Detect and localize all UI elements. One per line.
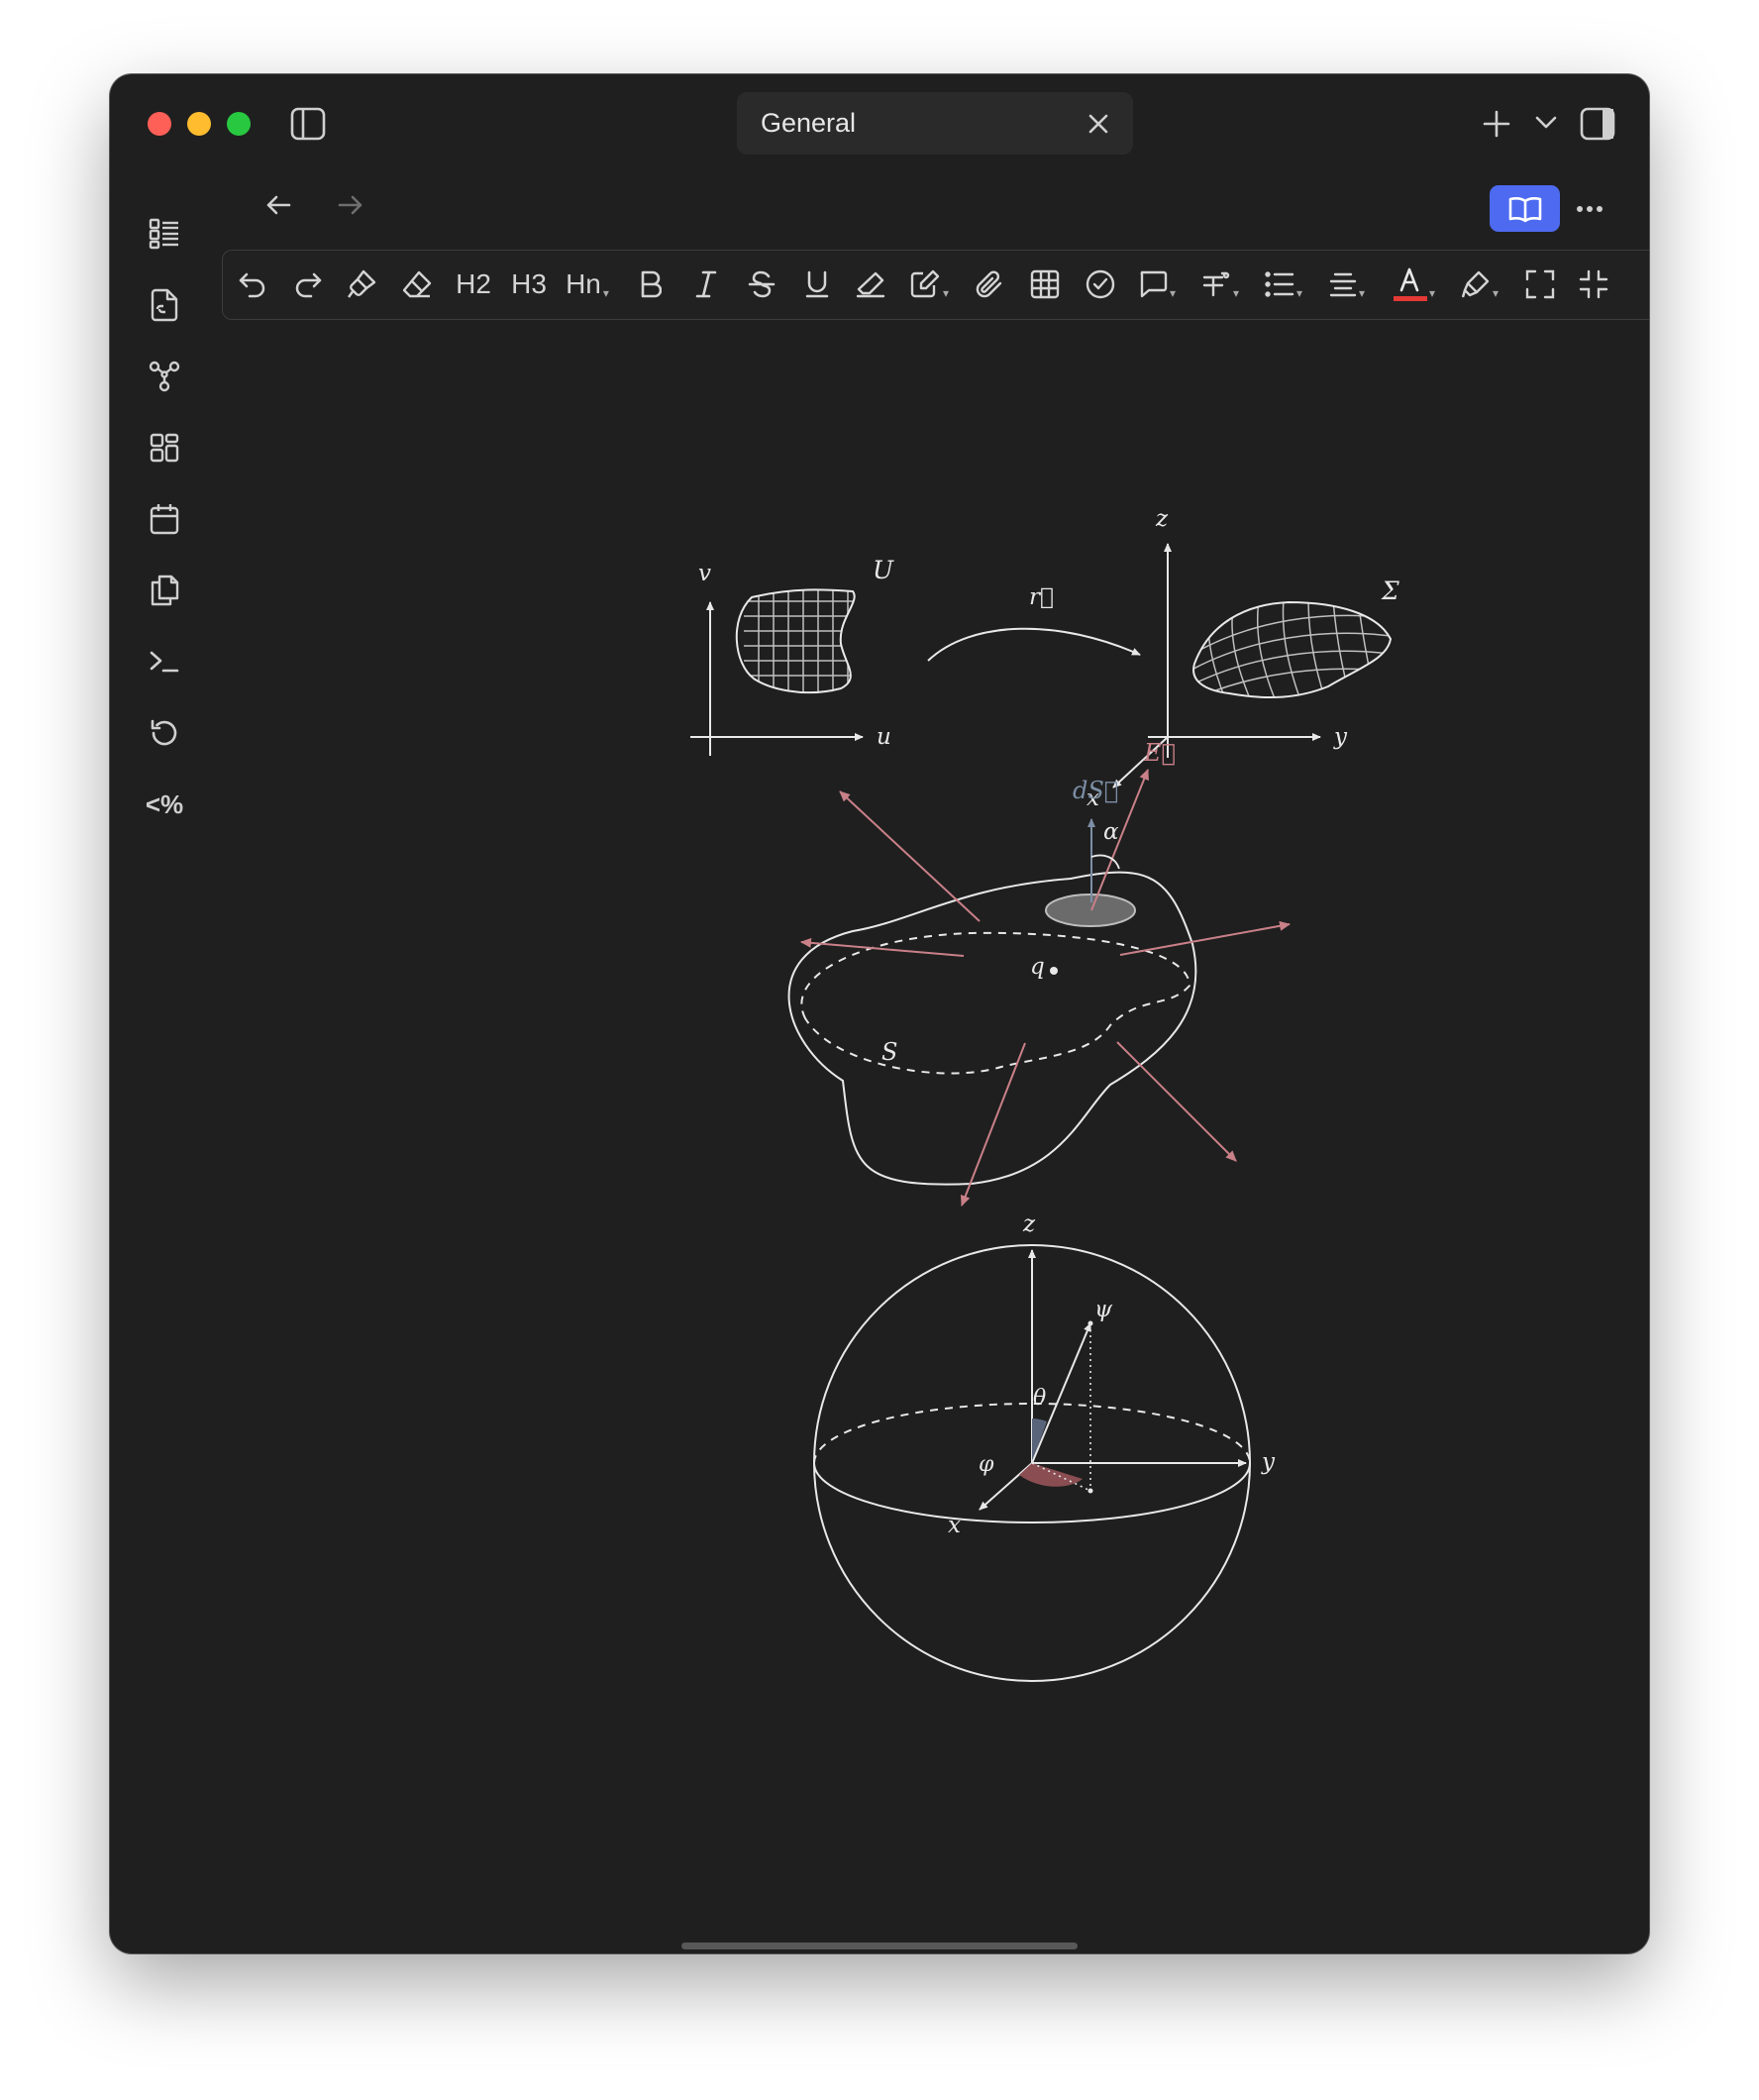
book-open-icon	[1508, 196, 1541, 222]
tikz-figures: v u U r⃗ z y x Σ E⃗ dS⃗ α q S z ψ θ φ y …	[690, 506, 1399, 1682]
new-tab-icon[interactable]	[1477, 104, 1516, 144]
zoom-window-button[interactable]	[227, 112, 251, 136]
field-arrow	[1119, 920, 1291, 956]
y-label: y	[1333, 724, 1348, 750]
file-link-icon[interactable]	[144, 284, 185, 326]
phi-label: φ	[979, 1452, 994, 1477]
back-arrow-icon[interactable]	[259, 185, 298, 225]
exit-fullscreen-icon[interactable]	[1572, 261, 1615, 308]
nav-bar	[219, 163, 1649, 233]
map-arrow	[927, 627, 1141, 662]
toggle-right-sidebar-icon[interactable]	[1578, 104, 1617, 144]
heading-2-label: H2	[456, 268, 491, 299]
editing-toolbar: H2 H3 Hn ▾ ▾ ▾ ▾ ▾ ▾ ▾ ▾	[222, 250, 1649, 320]
heading-2-button[interactable]: H2	[449, 261, 498, 308]
gauss-figure: E⃗ dS⃗ α q S	[787, 739, 1291, 1207]
close-tab-icon[interactable]	[1082, 107, 1115, 141]
table-icon[interactable]	[1023, 261, 1067, 308]
attachment-icon[interactable]	[968, 261, 1011, 308]
text-format-icon[interactable]: ▾	[1193, 261, 1247, 308]
surface-S-dashed	[800, 931, 1191, 1075]
template-icon[interactable]: <%	[144, 784, 185, 825]
heading-3-button[interactable]: H3	[504, 261, 554, 308]
redo-icon[interactable]	[286, 261, 330, 308]
left-ribbon: <%	[110, 163, 219, 1953]
checklist-icon[interactable]	[1079, 261, 1122, 308]
theta-label: θ	[1033, 1386, 1046, 1411]
highlighter-icon[interactable]: ▾	[1453, 261, 1506, 308]
dS-label: dS⃗	[1073, 777, 1118, 804]
bullet-list-icon[interactable]: ▾	[1257, 261, 1310, 308]
U-label: U	[873, 556, 894, 584]
horizontal-scrollbar[interactable]	[681, 1942, 1078, 1949]
r-label: r⃗	[1029, 584, 1054, 610]
projection-point	[1087, 1488, 1093, 1494]
comment-icon[interactable]: ▾	[1132, 261, 1182, 308]
tab-list-chevron-down-icon[interactable]	[1529, 106, 1563, 140]
align-center-icon[interactable]: ▾	[1320, 261, 1374, 308]
surface-S	[787, 871, 1197, 1186]
u-label: u	[877, 724, 891, 750]
font-color-icon[interactable]: ▾	[1388, 261, 1441, 308]
sigma-surface	[1192, 600, 1393, 699]
bold-icon[interactable]	[629, 261, 673, 308]
history-icon[interactable]	[144, 712, 185, 754]
field-arrow	[960, 1042, 1026, 1207]
italic-icon[interactable]	[684, 261, 728, 308]
outline-icon[interactable]	[144, 213, 185, 255]
strikethrough-icon[interactable]	[740, 261, 783, 308]
sphere-figure: z ψ θ φ y x	[813, 1211, 1276, 1682]
z-label: z	[1155, 506, 1169, 532]
heading-n-label: Hn	[566, 268, 601, 299]
dropdown-caret-icon: ▾	[602, 286, 609, 300]
heading-3-label: H3	[511, 268, 547, 299]
y-label: y	[1261, 1449, 1276, 1475]
alpha-arc	[1090, 854, 1120, 870]
tab-general[interactable]: General	[737, 92, 1133, 155]
dashboard-icon[interactable]	[144, 427, 185, 469]
minimize-window-button[interactable]	[187, 112, 211, 136]
phi-wedge	[1019, 1463, 1083, 1487]
edit-note-icon[interactable]: ▾	[904, 261, 954, 308]
x-label: x	[948, 1513, 961, 1538]
alpha-label: α	[1103, 819, 1119, 845]
more-options-icon[interactable]	[1570, 191, 1609, 227]
sigma-label: Σ	[1381, 577, 1399, 605]
format-painter-icon[interactable]	[340, 261, 383, 308]
field-arrow	[839, 790, 981, 922]
heading-n-button[interactable]: Hn ▾	[560, 261, 615, 308]
toggle-left-sidebar-icon[interactable]	[288, 104, 328, 144]
graph-icon[interactable]	[144, 356, 185, 397]
highlight-marker-icon[interactable]	[849, 261, 892, 308]
template-label: <%	[145, 788, 184, 819]
reading-view-button[interactable]	[1490, 185, 1560, 232]
note-content: v u U r⃗ z y x Σ E⃗ dS⃗ α q S z ψ θ φ y …	[219, 322, 1649, 1953]
fullscreen-icon[interactable]	[1518, 261, 1562, 308]
field-arrow	[1116, 1041, 1237, 1162]
charge-q	[1050, 967, 1058, 975]
copy-icon[interactable]	[144, 570, 185, 611]
psi-point	[1087, 1320, 1093, 1326]
title-bar: General	[110, 74, 1649, 163]
U-region	[735, 588, 856, 694]
q-label: q	[1030, 954, 1045, 980]
S-label: S	[881, 1038, 897, 1066]
z-label: z	[1022, 1211, 1036, 1237]
tab-title: General	[761, 108, 857, 138]
forward-arrow-icon[interactable]	[331, 185, 370, 225]
eraser-icon[interactable]	[395, 261, 439, 308]
psi-label: ψ	[1094, 1297, 1113, 1322]
E-label: E⃗	[1143, 739, 1176, 767]
app-window: General <% H2 H3 Hn ▾ ▾ ▾ ▾ ▾ ▾ ▾ ▾ v u …	[110, 74, 1649, 1953]
terminal-icon[interactable]	[144, 641, 185, 682]
v-label: v	[698, 561, 711, 586]
U-grid	[744, 589, 855, 693]
close-window-button[interactable]	[148, 112, 171, 136]
calendar-icon[interactable]	[144, 498, 185, 540]
param-map-figure: v u U r⃗ z y x Σ	[690, 506, 1399, 811]
underline-icon[interactable]	[795, 261, 839, 308]
undo-icon[interactable]	[231, 261, 274, 308]
